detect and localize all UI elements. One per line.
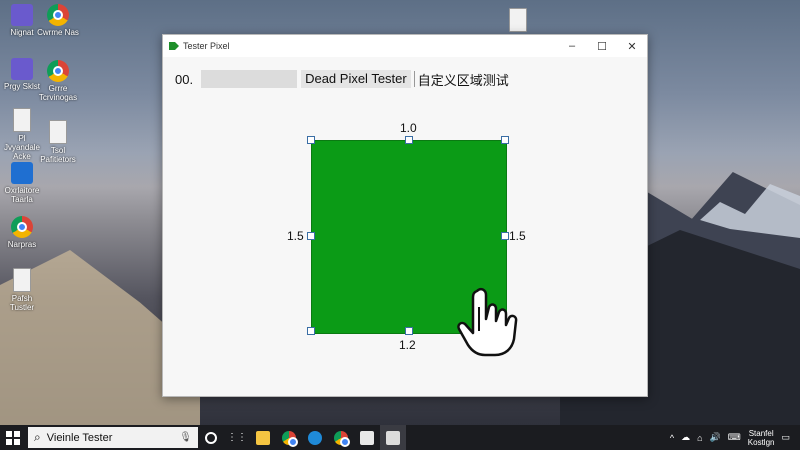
desktop-icon-label: Grrre Tcrvinogas xyxy=(38,84,78,102)
desktop-icon-label: Pafsh Tustler xyxy=(9,294,35,312)
system-tray: ^ ☁ ⌂ 🔊 ⌨ Stanfel Kostlgn ▭ xyxy=(670,429,800,447)
notifications-icon[interactable]: ▭ xyxy=(781,432,790,443)
chrome-taskbar-icon-2[interactable] xyxy=(328,425,354,450)
custom-region-test-button[interactable]: 自定义区域测试 xyxy=(418,70,509,89)
desktop-icon-label: Oxrlaitore Taarla xyxy=(4,186,40,204)
close-button[interactable]: ✕ xyxy=(617,35,647,57)
document-icon xyxy=(13,268,31,292)
microphone-icon[interactable]: 🎙 xyxy=(179,432,192,443)
document-icon xyxy=(13,108,31,132)
toolbar: 00. Dead Pixel Tester 自定义区域测试 xyxy=(175,69,509,89)
edge-icon[interactable] xyxy=(302,425,328,450)
taskbar: ⌕ Vieinle Tester 🎙 ⋮⋮ ^ ☁ ⌂ 🔊 ⌨ Stanfel … xyxy=(0,425,800,450)
desktop-icon-tsol[interactable]: Tsol Pafitietors xyxy=(36,120,80,164)
toolbar-input-field[interactable] xyxy=(201,70,298,88)
desktop-icon-grrre[interactable]: Grrre Tcrvinogas xyxy=(36,60,80,102)
toolbar-divider xyxy=(413,71,415,87)
image-icon xyxy=(509,8,527,32)
desktop-icon-oxrlaitore[interactable]: Oxrlaitore Taarla xyxy=(0,162,44,204)
clock-line-2: Kostlgn xyxy=(747,437,775,447)
desktop-icon-cwrme[interactable]: Cwrme Nas xyxy=(36,4,80,37)
search-icon: ⌕ xyxy=(34,430,41,444)
resize-handle-bottom[interactable] xyxy=(405,327,413,335)
label-right: 1.5 xyxy=(509,229,526,243)
chevron-up-icon[interactable]: ^ xyxy=(670,433,674,443)
desktop-icon-label: Cwrme Nas xyxy=(37,28,79,37)
pixel-tester-window: Tester Pixel – ☐ ✕ 00. Dead Pixel Tester… xyxy=(162,34,648,397)
resize-handle-top-right[interactable] xyxy=(501,136,509,144)
resize-handle-top[interactable] xyxy=(405,136,413,144)
toolbar-prefix: 00. xyxy=(175,71,194,87)
desktop-icon-label: Narpras xyxy=(7,240,37,249)
app-logo-icon xyxy=(169,42,179,50)
window-title: Tester Pixel xyxy=(183,41,230,51)
windows-logo-icon xyxy=(6,430,20,445)
chrome-icon xyxy=(47,4,69,26)
hand-cursor-icon xyxy=(457,287,518,357)
pixel-tester-taskbar-icon[interactable] xyxy=(380,425,406,450)
clock[interactable]: Stanfel Kostlgn xyxy=(748,429,775,447)
resize-handle-left[interactable] xyxy=(307,232,315,240)
label-left: 1.5 xyxy=(287,229,304,243)
minimize-button[interactable]: – xyxy=(557,35,587,57)
network-icon[interactable]: ⌂ xyxy=(697,433,702,443)
document-icon xyxy=(49,120,67,144)
app-icon xyxy=(11,58,33,80)
search-text: Vieinle Tester xyxy=(46,431,113,444)
chrome-taskbar-icon[interactable] xyxy=(276,425,302,450)
test-area: 1.0 1.5 1.5 1.2 xyxy=(163,35,647,396)
resize-handle-top-left[interactable] xyxy=(307,136,315,144)
desktop-icon-narpras[interactable]: Narpras xyxy=(0,216,44,249)
title-bar[interactable]: Tester Pixel – ☐ ✕ xyxy=(163,35,647,57)
app-icon xyxy=(11,4,33,26)
resize-handle-bottom-left[interactable] xyxy=(307,327,315,335)
chrome-icon xyxy=(47,60,69,82)
chrome-icon xyxy=(11,216,33,238)
task-view-icon[interactable] xyxy=(198,425,224,450)
maximize-button[interactable]: ☐ xyxy=(587,35,617,57)
keyboard-icon[interactable]: ⌨ xyxy=(728,432,741,443)
store-icon[interactable] xyxy=(354,425,380,450)
volume-icon[interactable]: 🔊 xyxy=(710,432,721,443)
taskbar-search-box[interactable]: ⌕ Vieinle Tester 🎙 xyxy=(28,427,198,448)
app-icon xyxy=(11,162,33,184)
cloud-icon[interactable]: ☁ xyxy=(681,432,690,443)
label-top: 1.0 xyxy=(400,121,417,135)
start-button[interactable] xyxy=(0,425,26,450)
resize-handle-right[interactable] xyxy=(501,232,509,240)
desktop-icon-top[interactable] xyxy=(496,8,540,34)
dots-icon[interactable]: ⋮⋮ xyxy=(224,425,250,450)
clock-line-1: Stanfel xyxy=(748,428,774,438)
file-explorer-icon[interactable] xyxy=(250,425,276,450)
label-bottom: 1.2 xyxy=(399,338,416,352)
app-title-label: Dead Pixel Tester xyxy=(301,70,411,88)
desktop-icon-pafsh[interactable]: Pafsh Tustler xyxy=(0,268,44,312)
